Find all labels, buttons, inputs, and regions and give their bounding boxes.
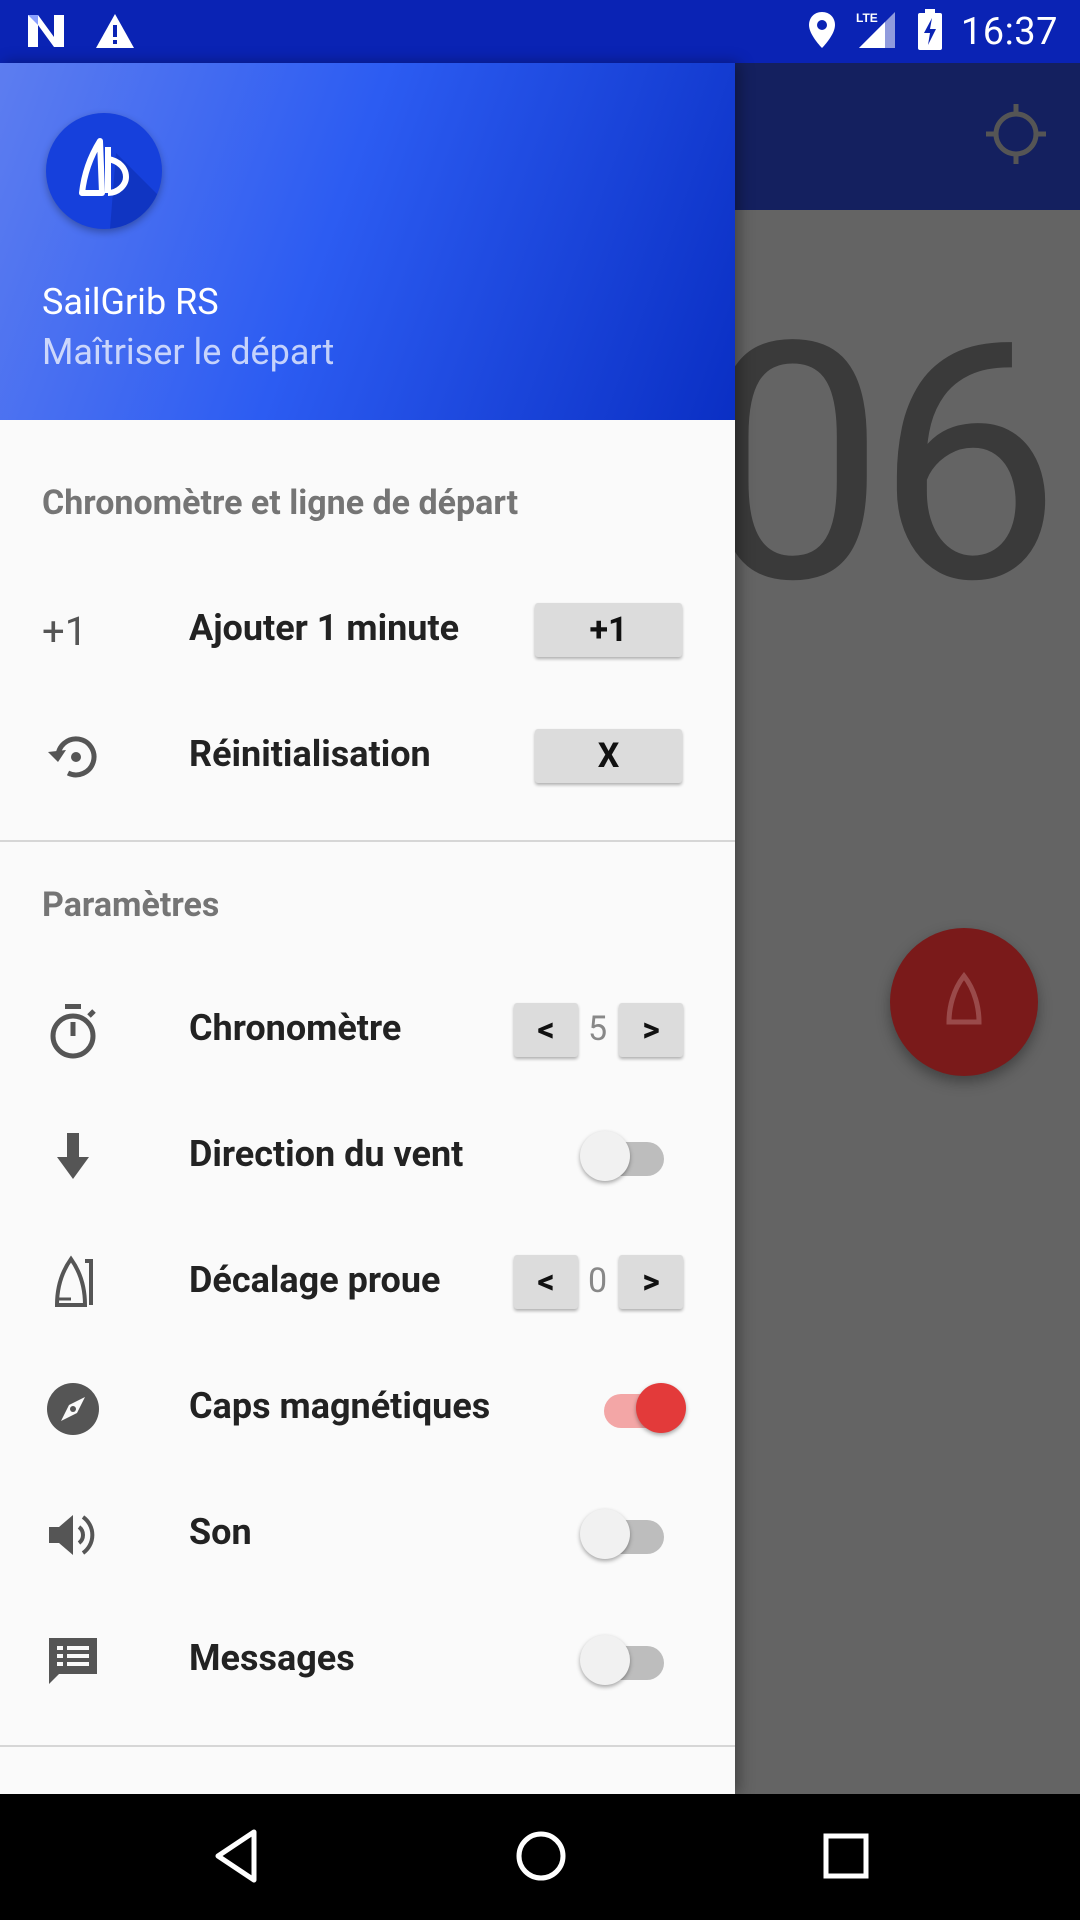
location-icon xyxy=(807,10,837,54)
drawer-header: SailGrib RS Maîtriser le départ xyxy=(0,63,735,420)
messages-label: Messages xyxy=(189,1637,355,1679)
magnetic-headings-label: Caps magnétiques xyxy=(189,1385,491,1427)
svg-text:LTE: LTE xyxy=(856,11,878,25)
row-sound: Son xyxy=(0,1485,735,1585)
bow-offset-decrease-button[interactable]: < xyxy=(514,1255,578,1309)
reset-label: Réinitialisation xyxy=(189,733,431,775)
home-icon[interactable] xyxy=(514,1828,568,1888)
status-bar: LTE 16:37 xyxy=(0,0,1080,63)
bow-offset-icon xyxy=(42,1255,104,1311)
battery-charging-icon xyxy=(917,9,943,55)
stopwatch-icon xyxy=(42,1003,104,1059)
divider xyxy=(0,1745,735,1747)
reset-button[interactable]: X xyxy=(535,729,682,783)
row-chronometre: Chronomètre < 5 > xyxy=(0,981,735,1081)
app-logo xyxy=(46,113,162,229)
volume-icon xyxy=(42,1507,104,1563)
sound-switch[interactable] xyxy=(580,1509,670,1559)
row-reset: Réinitialisation X xyxy=(0,707,735,807)
add-minute-button[interactable]: +1 xyxy=(535,603,682,657)
arrow-down-icon xyxy=(42,1129,104,1185)
section-title-params: Paramètres xyxy=(42,885,220,925)
wind-direction-label: Direction du vent xyxy=(189,1133,464,1175)
n-notification-icon xyxy=(26,13,66,53)
message-icon xyxy=(42,1633,104,1689)
app-subtitle: Maîtriser le départ xyxy=(42,331,335,373)
row-messages: Messages xyxy=(0,1611,735,1711)
chronometre-decrease-button[interactable]: < xyxy=(514,1003,578,1057)
chronometre-increase-button[interactable]: > xyxy=(619,1003,683,1057)
reset-icon xyxy=(42,729,104,785)
sail-fab-button[interactable] xyxy=(890,928,1038,1076)
row-bow-offset: Décalage proue < 0 > xyxy=(0,1233,735,1333)
compass-icon xyxy=(42,1381,104,1437)
section-title-timer: Chronomètre et ligne de départ xyxy=(42,483,519,523)
plus-one-icon: +1 xyxy=(42,607,88,655)
row-magnetic-headings: Caps magnétiques xyxy=(0,1359,735,1459)
sail-icon xyxy=(939,971,989,1032)
lte-signal-icon: LTE xyxy=(855,8,899,56)
divider xyxy=(0,840,735,842)
row-add-minute: +1 Ajouter 1 minute +1 xyxy=(0,581,735,681)
chronometre-value: 5 xyxy=(588,1009,608,1049)
recents-icon[interactable] xyxy=(820,1828,870,1888)
countdown-timer: 06 xyxy=(700,271,1061,658)
bow-offset-value: 0 xyxy=(588,1261,608,1301)
warning-icon xyxy=(94,12,136,54)
messages-switch[interactable] xyxy=(580,1635,670,1685)
clock: 16:37 xyxy=(960,10,1058,54)
navigation-drawer: SailGrib RS Maîtriser le départ Chronomè… xyxy=(0,63,735,1794)
system-nav-bar xyxy=(0,1794,1080,1920)
sound-label: Son xyxy=(189,1511,252,1553)
chronometre-label: Chronomètre xyxy=(189,1007,402,1049)
bow-offset-increase-button[interactable]: > xyxy=(619,1255,683,1309)
bow-offset-label: Décalage proue xyxy=(189,1259,441,1301)
row-wind-direction: Direction du vent xyxy=(0,1107,735,1207)
gps-target-icon[interactable] xyxy=(984,102,1048,166)
app-name: SailGrib RS xyxy=(42,281,219,323)
magnetic-headings-switch[interactable] xyxy=(596,1383,686,1433)
wind-direction-switch[interactable] xyxy=(580,1131,670,1181)
add-minute-label: Ajouter 1 minute xyxy=(189,607,460,649)
back-icon[interactable] xyxy=(212,1828,260,1888)
